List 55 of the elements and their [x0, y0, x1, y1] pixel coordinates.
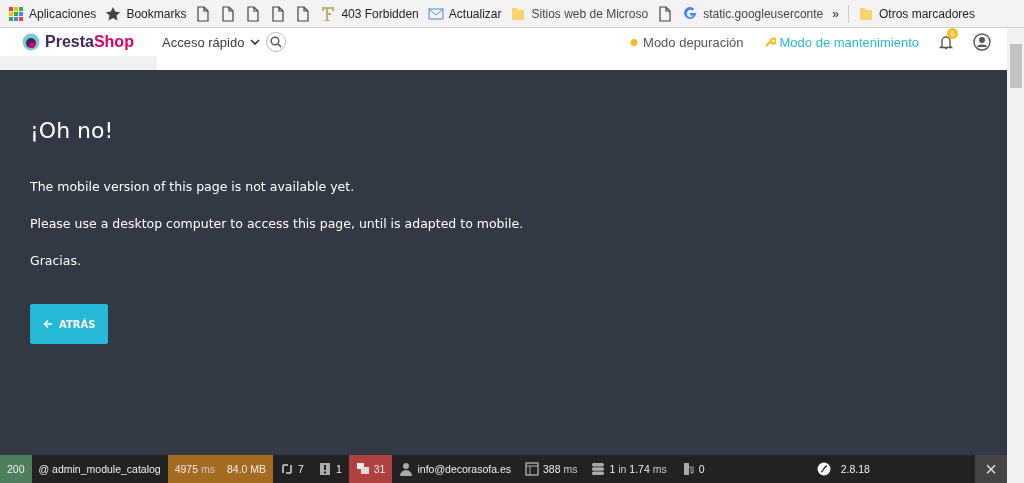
- message-text: The mobile version of this page is not available yet.: [30, 179, 356, 194]
- translations-count[interactable]: 31: [373, 463, 386, 475]
- quick-access-menu[interactable]: Acceso rápido: [162, 34, 245, 50]
- chevron-down-icon[interactable]: [250, 38, 261, 46]
- memory-usage[interactable]: 84.0 MB: [226, 463, 267, 475]
- bell-icon[interactable]: [939, 34, 953, 50]
- page-icon[interactable]: [195, 5, 212, 22]
- apps-grid-icon: [8, 5, 24, 22]
- bookmark-link[interactable]: Sitios web de Microso: [531, 6, 649, 21]
- arrow-left-icon: [43, 319, 53, 329]
- page-icon[interactable]: [220, 5, 237, 22]
- status-code[interactable]: 200: [0, 455, 32, 483]
- message-text: Please use a desktop computer to access this page, until is adapted to mobile.: [30, 216, 525, 231]
- user-email[interactable]: info@decorasofa.es: [417, 463, 511, 475]
- bookmark-folder-link[interactable]: Otros marcadores: [878, 6, 975, 21]
- puffin-logo-icon: [22, 33, 40, 51]
- folder-icon: [857, 5, 874, 22]
- notification-badge: 6: [947, 28, 958, 39]
- ajax-count[interactable]: 7: [298, 463, 304, 475]
- logs-count[interactable]: 1: [335, 463, 342, 475]
- request-time[interactable]: 4975 ms: [174, 463, 215, 475]
- more-bookmarks-button[interactable]: »: [832, 6, 839, 21]
- debug-mode-link[interactable]: Modo depuración: [643, 34, 744, 50]
- bookmark-link[interactable]: Aplicaciones: [29, 6, 97, 21]
- symfony-logo-icon: [816, 462, 831, 476]
- database-queries[interactable]: 1 in 1.74 ms: [609, 463, 667, 475]
- logo-text[interactable]: PrestaShop: [45, 33, 134, 51]
- twig-time[interactable]: 388 ms: [543, 463, 578, 475]
- error-title: ¡Oh no!: [30, 118, 115, 143]
- bookmark-link[interactable]: 403 Forbidden: [341, 6, 419, 21]
- layout-icon: [525, 462, 539, 476]
- star-icon: [105, 5, 122, 22]
- page-icon[interactable]: [295, 5, 312, 22]
- message-text: Gracias.: [30, 253, 82, 268]
- letter-f-icon: [320, 5, 337, 22]
- route-name[interactable]: @ admin_module_catalog: [31, 455, 168, 483]
- mail-icon: [427, 5, 444, 22]
- bookmark-link[interactable]: Bookmarks: [126, 6, 187, 21]
- scrollbar[interactable]: [1007, 28, 1024, 483]
- folder-icon: [510, 5, 527, 22]
- database-icon: [591, 462, 606, 476]
- page-icon[interactable]: [657, 5, 674, 22]
- google-g-icon: [682, 5, 699, 22]
- translation-icon: [355, 462, 370, 476]
- close-button[interactable]: ×: [975, 455, 1007, 483]
- user-icon: [399, 462, 414, 476]
- page-icon[interactable]: [270, 5, 287, 22]
- bookmark-link[interactable]: static.googleuserconte: [703, 6, 824, 21]
- version-label[interactable]: 2.8.18: [840, 463, 870, 475]
- cache-count[interactable]: 0: [698, 463, 705, 475]
- bookmark-link[interactable]: Actualizar: [448, 6, 502, 21]
- user-avatar-icon[interactable]: [973, 33, 991, 51]
- page-icon[interactable]: [245, 5, 262, 22]
- ajax-icon: [280, 462, 295, 476]
- exclamation-icon: [317, 462, 332, 476]
